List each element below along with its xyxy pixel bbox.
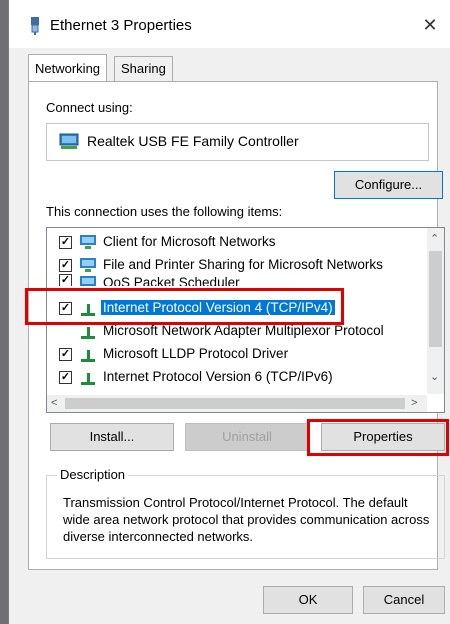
list-item[interactable]: ✓ Internet Protocol Version 4 (TCP/IPv4) bbox=[47, 297, 425, 319]
close-button[interactable]: ✕ bbox=[415, 10, 445, 40]
scroll-right-icon[interactable]: > bbox=[411, 397, 417, 409]
checkbox[interactable] bbox=[59, 325, 72, 338]
network-service-icon bbox=[80, 276, 96, 286]
checkbox[interactable]: ✓ bbox=[59, 259, 72, 272]
uninstall-button[interactable]: Uninstall bbox=[185, 423, 309, 451]
scroll-left-icon[interactable]: < bbox=[51, 397, 57, 409]
vertical-scroll-thumb[interactable] bbox=[429, 251, 442, 347]
items-list[interactable]: ✓ Client for Microsoft Networks ✓ File a… bbox=[46, 227, 445, 413]
item-label: File and Printer Sharing for Microsoft N… bbox=[103, 257, 383, 272]
checkbox[interactable]: ✓ bbox=[59, 348, 72, 361]
protocol-icon bbox=[81, 304, 95, 316]
item-label: QoS Packet Scheduler bbox=[103, 275, 240, 286]
checkbox[interactable]: ✓ bbox=[59, 274, 72, 286]
cancel-button[interactable]: Cancel bbox=[363, 586, 445, 614]
list-item[interactable]: ✓ QoS Packet Scheduler bbox=[47, 272, 425, 286]
item-label: Microsoft LLDP Protocol Driver bbox=[103, 346, 289, 361]
network-adapter-icon bbox=[59, 133, 79, 149]
protocol-icon bbox=[81, 373, 95, 385]
configure-button[interactable]: Configure... bbox=[334, 171, 443, 199]
protocol-icon bbox=[81, 327, 95, 339]
description-label: Description bbox=[57, 467, 129, 482]
tab-networking[interactable]: Networking bbox=[28, 54, 108, 81]
list-item[interactable]: ✓ Internet Protocol Version 6 (TCP/IPv6) bbox=[47, 366, 425, 388]
scroll-down-icon[interactable]: ⌄ bbox=[430, 370, 439, 383]
horizontal-scrollbar[interactable]: < > bbox=[47, 395, 427, 412]
ok-button[interactable]: OK bbox=[263, 586, 353, 614]
properties-dialog: Ethernet 3 Properties ✕ Networking Shari… bbox=[8, 0, 450, 624]
protocol-icon bbox=[81, 350, 95, 362]
vertical-scrollbar[interactable]: ⌃ ⌄ bbox=[427, 228, 444, 394]
tab-sharing[interactable]: Sharing bbox=[114, 56, 173, 81]
description-text: Transmission Control Protocol/Internet P… bbox=[63, 495, 430, 544]
install-button[interactable]: Install... bbox=[50, 423, 174, 451]
properties-button[interactable]: Properties bbox=[321, 423, 445, 451]
item-label: Internet Protocol Version 6 (TCP/IPv6) bbox=[103, 369, 333, 384]
adapter-box: Realtek USB FE Family Controller bbox=[46, 123, 429, 161]
checkbox[interactable]: ✓ bbox=[59, 371, 72, 384]
item-label: Internet Protocol Version 4 (TCP/IPv4) bbox=[101, 300, 335, 315]
list-item[interactable]: Microsoft Network Adapter Multiplexor Pr… bbox=[47, 320, 425, 342]
item-label: Microsoft Network Adapter Multiplexor Pr… bbox=[103, 323, 384, 338]
title-bar: Ethernet 3 Properties ✕ bbox=[9, 0, 450, 48]
scroll-up-icon[interactable]: ⌃ bbox=[430, 232, 439, 245]
list-item[interactable]: ✓ Client for Microsoft Networks bbox=[47, 231, 425, 253]
list-item[interactable]: ✓ Microsoft LLDP Protocol Driver bbox=[47, 343, 425, 365]
connect-using-label: Connect using: bbox=[46, 100, 133, 115]
ethernet-icon bbox=[31, 17, 39, 35]
window-title: Ethernet 3 Properties bbox=[50, 17, 192, 34]
network-client-icon bbox=[80, 235, 96, 249]
item-label: Client for Microsoft Networks bbox=[103, 234, 276, 249]
networking-panel: Connect using: Realtek USB FE Family Con… bbox=[28, 81, 445, 570]
items-label: This connection uses the following items… bbox=[46, 204, 283, 219]
close-icon: ✕ bbox=[422, 14, 438, 35]
checkbox[interactable]: ✓ bbox=[59, 236, 72, 249]
checkbox[interactable]: ✓ bbox=[59, 302, 72, 315]
adapter-name: Realtek USB FE Family Controller bbox=[87, 133, 299, 149]
description-group: Description Transmission Control Protoco… bbox=[46, 467, 445, 559]
horizontal-scroll-thumb[interactable] bbox=[65, 398, 405, 409]
